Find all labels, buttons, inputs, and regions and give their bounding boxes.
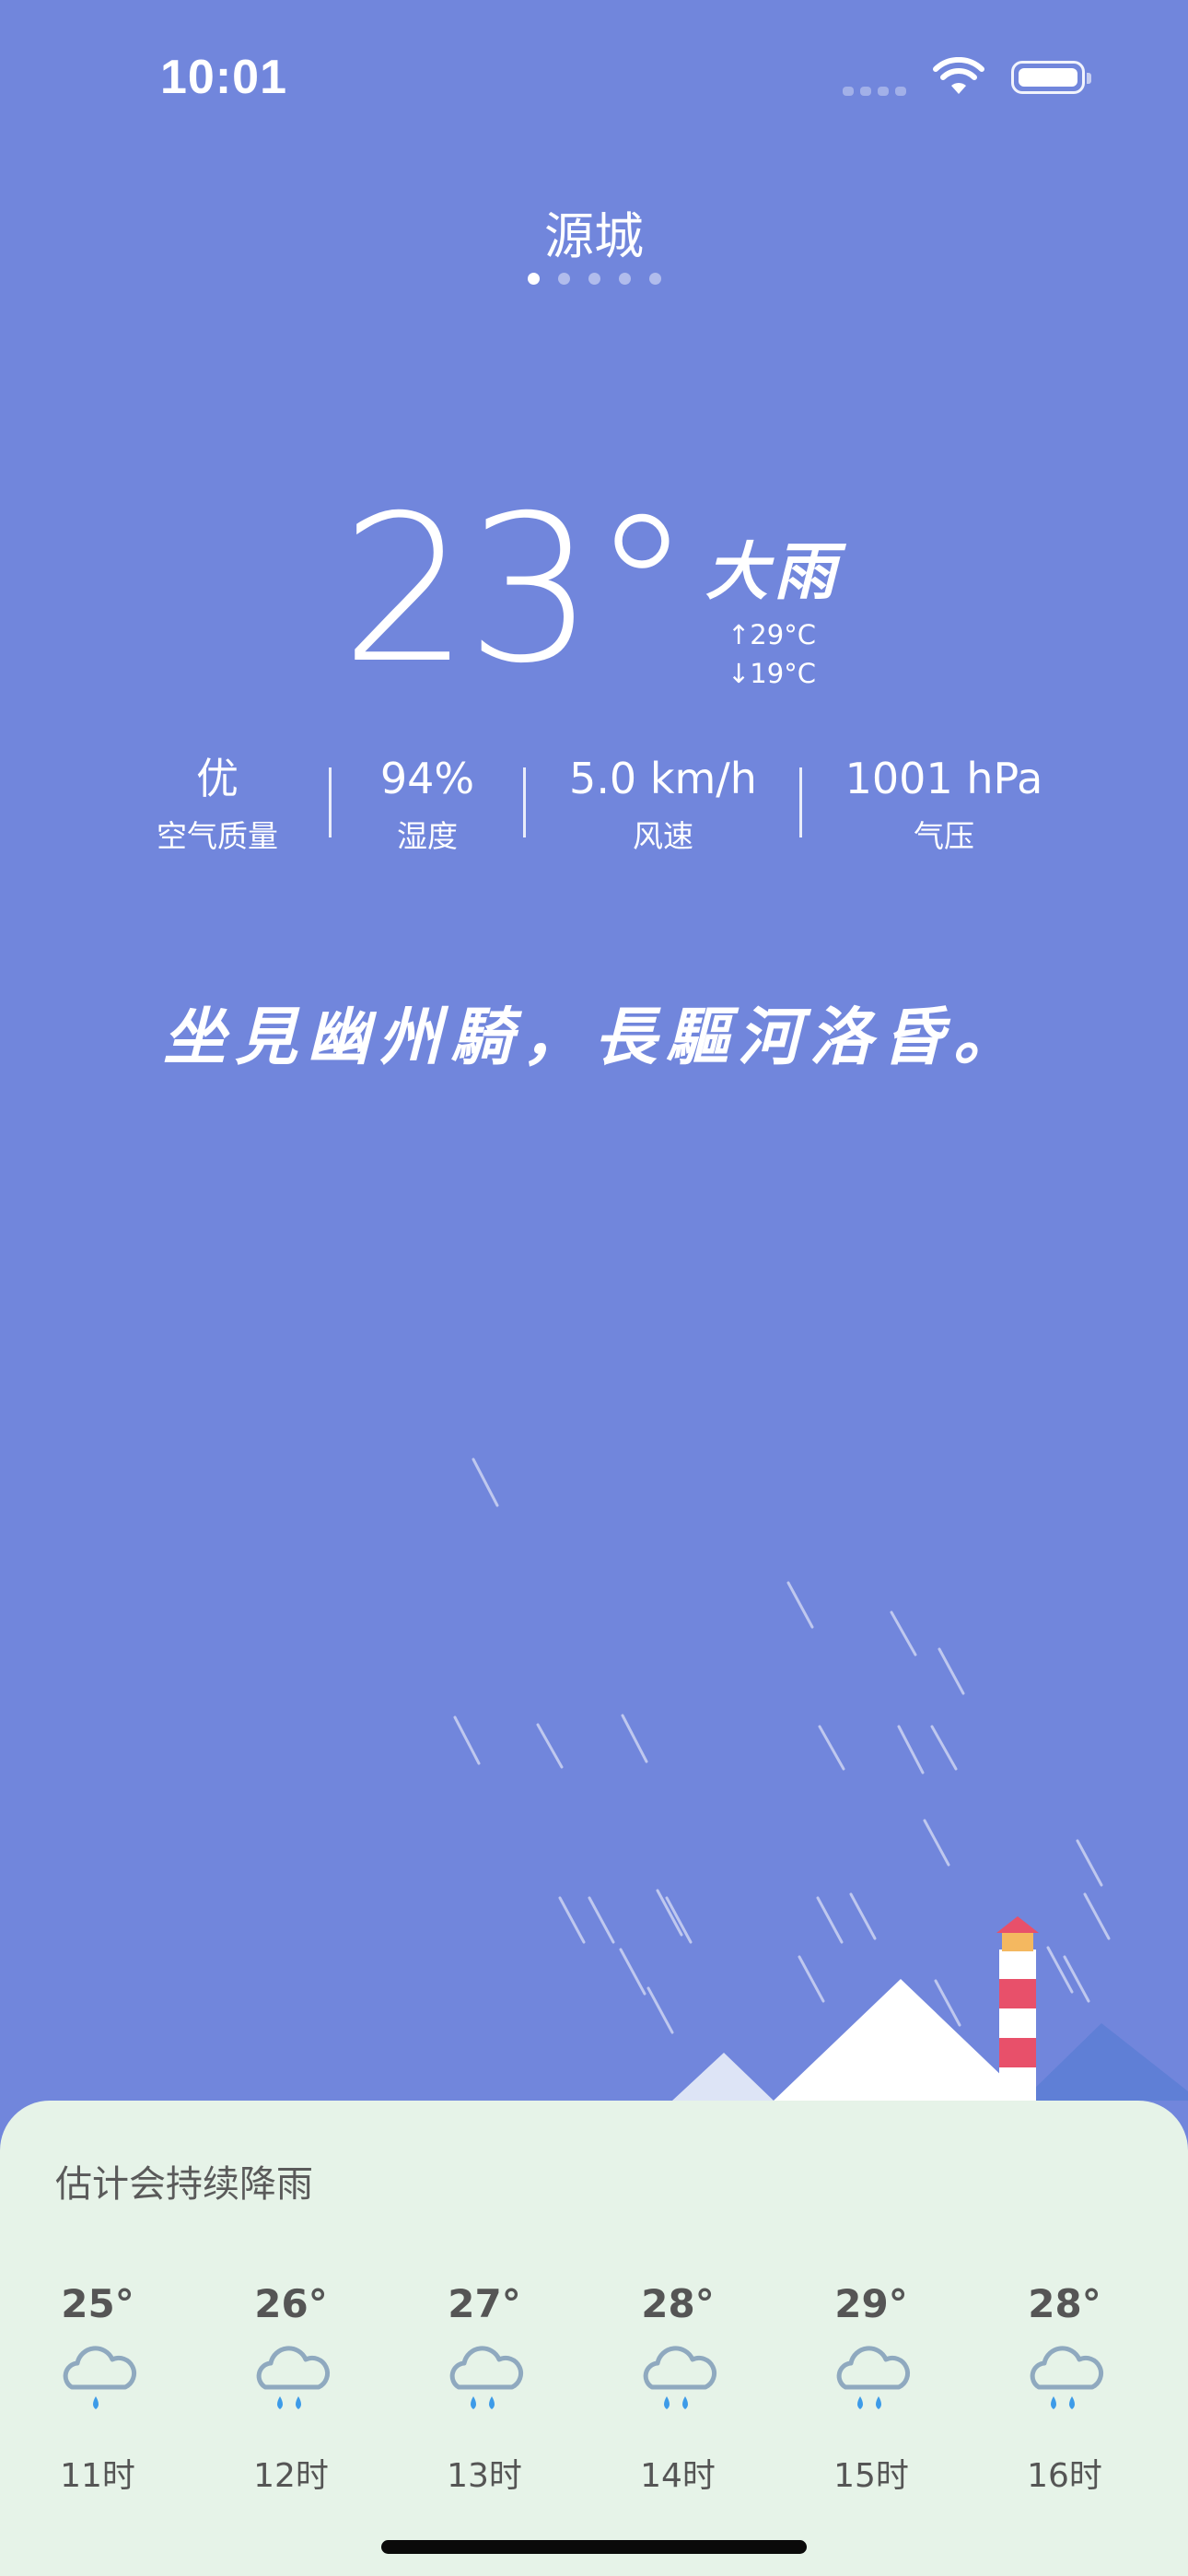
page-dot[interactable] bbox=[618, 273, 631, 285]
hour-forecast-item: 26° 12时 bbox=[217, 2281, 365, 2497]
hour-time: 14时 bbox=[640, 2457, 716, 2495]
white-mountain bbox=[774, 1979, 1028, 2101]
city-name[interactable]: 源城 bbox=[0, 195, 1188, 268]
page-dot[interactable] bbox=[648, 273, 661, 285]
stat-pressure: 1001 hPa 气压 bbox=[829, 751, 1059, 856]
status-icons bbox=[843, 57, 1091, 98]
hour-temperature: 28° bbox=[641, 2281, 715, 2326]
home-indicator[interactable] bbox=[381, 2540, 807, 2554]
page-dot[interactable] bbox=[588, 273, 600, 285]
hour-time: 11时 bbox=[60, 2457, 135, 2495]
hour-forecast-item: 29° 15时 bbox=[798, 2281, 945, 2497]
hour-temperature: 28° bbox=[1028, 2281, 1101, 2326]
stat-value: 5.0 km/h bbox=[569, 754, 757, 803]
stat-label: 湿度 bbox=[397, 818, 458, 854]
status-time: 10:01 bbox=[160, 51, 287, 104]
rain-cloud-icon bbox=[1030, 2346, 1104, 2409]
hourly-forecast-panel[interactable]: 估计会持续降雨 25° 11时 26° 12时 27° 13时 28° 14时 29° 15时 28… bbox=[0, 2101, 1188, 2576]
rain-cloud-icon bbox=[256, 2346, 331, 2409]
hour-forecast-item: 28° 16时 bbox=[991, 2281, 1138, 2497]
hour-forecast-item: 25° 11时 bbox=[24, 2281, 171, 2497]
hour-time: 13时 bbox=[447, 2457, 522, 2495]
rain-scene-illustration bbox=[453, 1458, 1188, 2119]
lighthouse-icon bbox=[996, 1916, 1039, 2101]
stat-air-quality: 优 空气质量 bbox=[125, 751, 309, 856]
stat-value: 1001 hPa bbox=[844, 754, 1043, 803]
forecast-summary: 估计会持续降雨 bbox=[55, 2163, 313, 2206]
divider bbox=[799, 767, 802, 837]
page-dot[interactable] bbox=[557, 273, 570, 285]
page-dot[interactable] bbox=[527, 273, 540, 285]
hour-temperature: 26° bbox=[254, 2281, 328, 2326]
stat-label: 气压 bbox=[914, 818, 974, 854]
stat-label: 空气质量 bbox=[157, 818, 278, 854]
battery-icon bbox=[1011, 61, 1091, 94]
page-indicator[interactable] bbox=[0, 273, 1188, 285]
stat-value: 优 bbox=[196, 754, 239, 803]
stat-value: 94% bbox=[379, 754, 475, 803]
high-low-temperature: ↑29°C ↓19°C bbox=[728, 615, 816, 693]
hour-time: 12时 bbox=[253, 2457, 329, 2495]
rain-cloud-icon bbox=[63, 2346, 137, 2409]
divider bbox=[523, 767, 526, 837]
current-temperature: 23° bbox=[341, 472, 693, 708]
divider bbox=[329, 767, 332, 837]
blue-mountain bbox=[1022, 2023, 1188, 2101]
weather-condition: 大雨 bbox=[705, 535, 843, 609]
hour-forecast-item: 27° 13时 bbox=[411, 2281, 558, 2497]
hour-temperature: 29° bbox=[834, 2281, 908, 2326]
hour-forecast-item: 28° 14时 bbox=[604, 2281, 751, 2497]
hour-time: 16时 bbox=[1027, 2457, 1102, 2495]
stat-wind-speed: 5.0 km/h 风速 bbox=[553, 751, 774, 856]
poem-text: 坐見幽州騎，長驅河洛昏。 bbox=[162, 1001, 1025, 1074]
hour-time: 15时 bbox=[833, 2457, 909, 2495]
small-mountain bbox=[672, 2053, 774, 2101]
hour-temperature: 25° bbox=[61, 2281, 134, 2326]
rain-cloud-icon bbox=[449, 2346, 524, 2409]
high-temperature: ↑29°C bbox=[728, 619, 816, 650]
hour-temperature: 27° bbox=[448, 2281, 521, 2326]
rain-cloud-icon bbox=[836, 2346, 911, 2409]
stat-label: 风速 bbox=[633, 818, 693, 854]
low-temperature: ↓19°C bbox=[728, 658, 816, 689]
rain-cloud-icon bbox=[643, 2346, 717, 2409]
wifi-icon bbox=[933, 57, 984, 94]
stat-humidity: 94% 湿度 bbox=[354, 751, 501, 856]
cellular-signal-icon bbox=[843, 59, 906, 96]
